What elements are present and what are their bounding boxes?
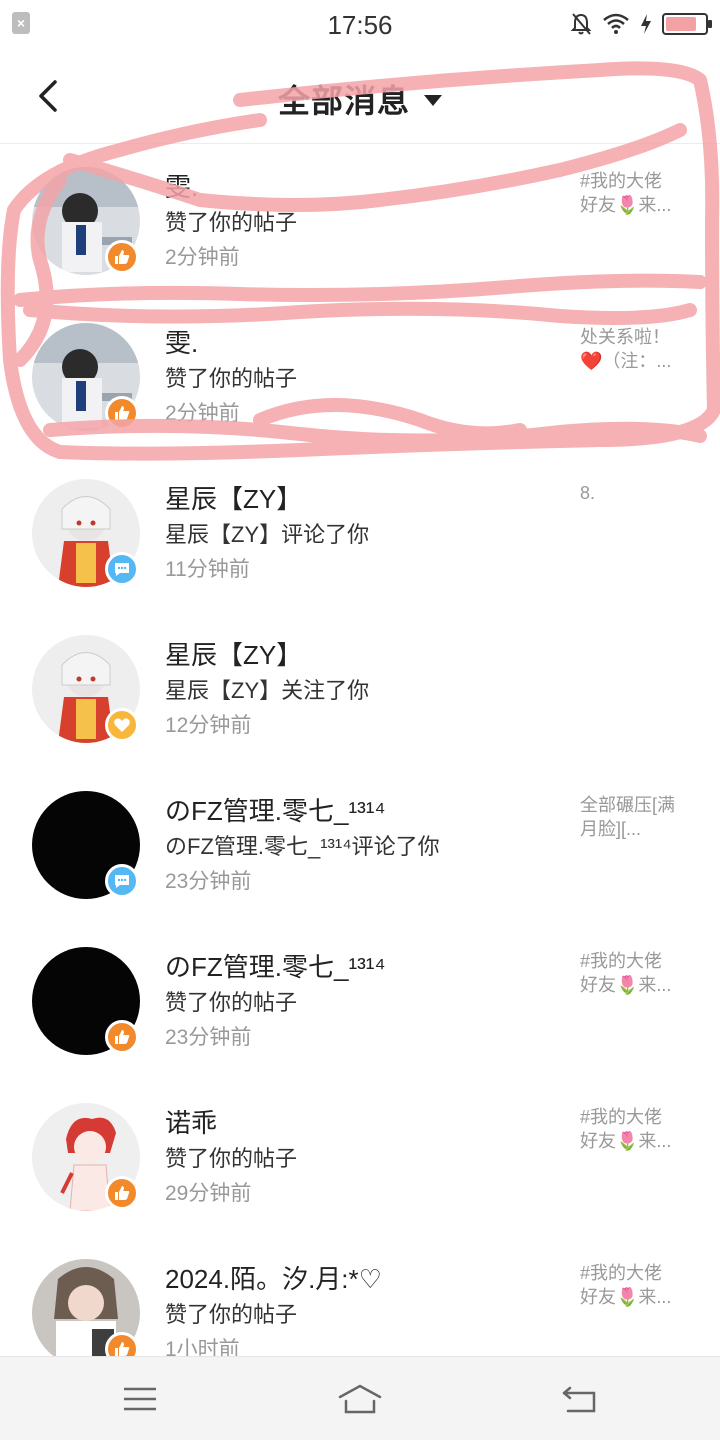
post-preview[interactable]: 全部碾压[满 月脸][...	[580, 793, 696, 841]
action-text: 赞了你的帖子	[165, 1146, 298, 1171]
timestamp: 23分钟前	[165, 1026, 252, 1049]
home-icon	[338, 1384, 382, 1414]
sender-name: 雯.	[165, 172, 199, 202]
action-text: 星辰【ZY】评论了你	[165, 522, 370, 547]
timestamp: 2分钟前	[165, 246, 240, 269]
status-bar: × 17:56	[0, 0, 720, 50]
like-badge-icon	[105, 1020, 139, 1054]
timestamp: 23分钟前	[165, 870, 252, 893]
follow-badge-icon	[105, 708, 139, 742]
post-preview[interactable]: #我的大佬 好友🌷来...	[580, 169, 696, 217]
post-preview[interactable]: #我的大佬 好友🌷来...	[580, 1105, 696, 1153]
list-item[interactable]: 星辰【ZY】 星辰【ZY】评论了你 11分钟前 8.	[0, 457, 720, 613]
post-preview[interactable]: 8.	[580, 481, 696, 505]
status-icons	[570, 12, 712, 36]
sender-name: 星辰【ZY】	[165, 640, 303, 670]
header: 全部消息	[0, 50, 720, 144]
like-badge-icon	[105, 396, 139, 430]
message-list: 雯. 赞了你的帖子 2分钟前 #我的大佬 好友🌷来... 雯. 赞了你的帖子 2…	[0, 145, 720, 1393]
action-text: 星辰【ZY】关注了你	[165, 678, 370, 703]
timestamp: 12分钟前	[165, 714, 252, 737]
wifi-icon	[602, 13, 630, 35]
sender-name: 诺乖	[165, 1108, 218, 1138]
list-item[interactable]: 诺乖 赞了你的帖子 29分钟前 #我的大佬 好友🌷来...	[0, 1081, 720, 1237]
action-text: 赞了你的帖子	[165, 990, 298, 1015]
action-text: のFZ管理.零七_¹³¹⁴评论了你	[165, 834, 440, 859]
action-text: 赞了你的帖子	[165, 1302, 298, 1327]
like-badge-icon	[105, 1176, 139, 1210]
comment-badge-icon	[105, 864, 139, 898]
menu-button[interactable]	[110, 1379, 170, 1419]
battery-icon	[662, 13, 712, 35]
sender-name: 星辰【ZY】	[165, 484, 303, 514]
home-button[interactable]	[330, 1379, 390, 1419]
list-item[interactable]: 星辰【ZY】 星辰【ZY】关注了你 12分钟前	[0, 613, 720, 769]
mute-bell-icon	[570, 12, 592, 36]
caret-down-icon	[424, 94, 442, 106]
title-dropdown[interactable]: 全部消息	[0, 76, 720, 122]
timestamp: 2分钟前	[165, 402, 240, 425]
sender-name: 2024.陌。汐.月:*♡	[165, 1264, 382, 1294]
system-nav-bar	[0, 1356, 720, 1440]
timestamp: 29分钟前	[165, 1182, 252, 1205]
action-text: 赞了你的帖子	[165, 366, 298, 391]
comment-badge-icon	[105, 552, 139, 586]
post-preview[interactable]: #我的大佬 好友🌷来...	[580, 949, 696, 997]
menu-icon	[124, 1387, 156, 1411]
list-item[interactable]: のFZ管理.零七_¹³¹⁴ のFZ管理.零七_¹³¹⁴评论了你 23分钟前 全部…	[0, 769, 720, 925]
like-badge-icon	[105, 240, 139, 274]
action-text: 赞了你的帖子	[165, 210, 298, 235]
sender-name: 雯.	[165, 328, 199, 358]
list-item[interactable]: 雯. 赞了你的帖子 2分钟前 处关系啦！ ❤️（注：...	[0, 301, 720, 457]
sender-name: のFZ管理.零七_¹³¹⁴	[165, 952, 386, 982]
sender-name: のFZ管理.零七_¹³¹⁴	[165, 796, 386, 826]
back-arrow-icon	[562, 1386, 596, 1413]
post-preview[interactable]: #我的大佬 好友🌷来...	[580, 1261, 696, 1309]
post-preview[interactable]: 处关系啦！ ❤️（注：...	[580, 325, 696, 373]
timestamp: 11分钟前	[165, 558, 250, 581]
page-title: 全部消息	[277, 83, 410, 119]
back-nav-button[interactable]	[550, 1379, 610, 1419]
list-item[interactable]: のFZ管理.零七_¹³¹⁴ 赞了你的帖子 23分钟前 #我的大佬 好友🌷来...	[0, 925, 720, 1081]
charging-icon	[640, 13, 652, 35]
list-item[interactable]: 雯. 赞了你的帖子 2分钟前 #我的大佬 好友🌷来...	[0, 145, 720, 301]
